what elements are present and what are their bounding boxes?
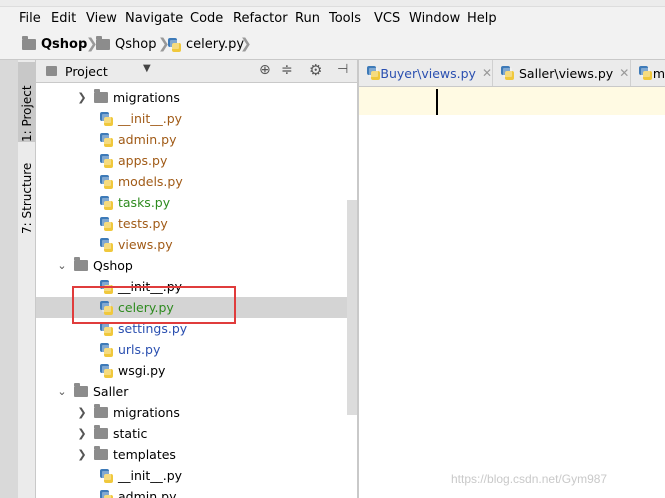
chevron-down-icon[interactable]: ⌄ — [56, 385, 68, 398]
project-panel-header: Project ▼ ⊕ ≑ ⚙ ⊣ — [36, 60, 357, 83]
python-file-icon — [100, 216, 113, 231]
tool-window-strip — [0, 60, 18, 498]
highlight-annotation — [72, 286, 236, 324]
menu-file[interactable]: File — [19, 11, 41, 26]
python-file-icon — [100, 363, 113, 378]
python-file-icon — [168, 37, 181, 52]
tree-row-qshop[interactable]: ⌄ Qshop — [36, 255, 357, 276]
folder-icon — [94, 425, 108, 439]
code-editor[interactable] — [359, 87, 665, 498]
tree-row-migrations[interactable]: ❯ migrations — [36, 402, 357, 423]
python-file-icon — [367, 66, 380, 80]
tree-row-file[interactable]: apps.py — [36, 150, 357, 171]
project-view-icon — [46, 66, 57, 76]
tree-row-migrations[interactable]: ❯ migrations — [36, 87, 357, 108]
tree-row-file[interactable]: admin.py — [36, 129, 357, 150]
chevron-right-icon[interactable]: ❯ — [76, 406, 88, 419]
python-file-icon — [100, 153, 113, 168]
python-file-icon — [100, 111, 113, 126]
tree-row-file[interactable]: tests.py — [36, 213, 357, 234]
python-file-icon — [100, 342, 113, 357]
python-file-icon — [100, 132, 113, 147]
watermark: https://blog.csdn.net/Gym987 — [451, 472, 608, 486]
chevron-right-icon[interactable]: ❯ — [76, 427, 88, 440]
tree-row-file[interactable]: admin.py — [36, 486, 357, 498]
window-top-strip — [0, 0, 665, 7]
tree-row-static[interactable]: ❯ static — [36, 423, 357, 444]
menu-refactor[interactable]: Refactor — [233, 11, 288, 26]
chevron-down-icon[interactable]: ⌄ — [56, 259, 68, 272]
python-file-icon — [100, 174, 113, 189]
chevron-right-icon[interactable]: ❯ — [76, 91, 88, 104]
breadcrumb-package[interactable]: Qshop — [96, 36, 156, 52]
menu-navigate[interactable]: Navigate — [125, 11, 183, 26]
folder-icon — [94, 446, 108, 460]
menu-run[interactable]: Run — [295, 11, 320, 26]
tree-row-file[interactable]: urls.py — [36, 339, 357, 360]
python-file-icon — [100, 468, 113, 483]
python-file-icon — [100, 489, 113, 498]
tree-row-templates[interactable]: ❯ templates — [36, 444, 357, 465]
menu-code[interactable]: Code — [190, 11, 223, 26]
tree-row-file[interactable]: views.py — [36, 234, 357, 255]
tree-row-saller[interactable]: ⌄ Saller — [36, 381, 357, 402]
python-file-icon — [639, 66, 652, 80]
tab-saller-views[interactable]: Saller\views.py ✕ — [493, 60, 631, 86]
tree-row-file[interactable]: __init__.py — [36, 108, 357, 129]
menu-bar: File Edit View Navigate Code Refactor Ru… — [0, 7, 665, 31]
menu-view[interactable]: View — [86, 11, 117, 26]
gear-icon[interactable]: ⚙ — [309, 61, 322, 79]
tool-window-bar: 1: Project 7: Structure — [0, 60, 36, 498]
python-file-icon — [100, 237, 113, 252]
python-file-icon — [501, 66, 514, 80]
close-icon[interactable]: ✕ — [619, 66, 629, 80]
tab-project[interactable]: 1: Project — [18, 62, 36, 142]
hide-icon[interactable]: ⊣ — [337, 62, 348, 77]
folder-icon — [22, 36, 36, 50]
breadcrumb-separator: ❯ — [240, 36, 252, 52]
tree-row-file[interactable]: tasks.py — [36, 192, 357, 213]
tab-overflow[interactable]: m — [631, 60, 665, 86]
folder-icon — [94, 89, 108, 103]
target-icon[interactable]: ⊕ — [259, 62, 271, 78]
tree-row-file[interactable]: __init__.py — [36, 465, 357, 486]
close-icon[interactable]: ✕ — [482, 66, 492, 80]
menu-help[interactable]: Help — [467, 11, 497, 26]
chevron-right-icon[interactable]: ❯ — [76, 448, 88, 461]
menu-vcs[interactable]: VCS — [374, 11, 400, 26]
folder-icon — [94, 404, 108, 418]
tab-buyer-views[interactable]: Buyer\views.py ✕ — [359, 60, 493, 86]
menu-tools[interactable]: Tools — [329, 11, 361, 26]
tree-row-file[interactable]: models.py — [36, 171, 357, 192]
collapse-all-icon[interactable]: ≑ — [281, 62, 293, 78]
tab-structure[interactable]: 7: Structure — [18, 152, 36, 234]
chevron-down-icon[interactable]: ▼ — [143, 63, 151, 74]
tree-scrollbar[interactable] — [347, 200, 357, 415]
python-file-icon — [100, 195, 113, 210]
folder-icon — [74, 383, 88, 397]
breadcrumb-project[interactable]: Qshop — [22, 36, 87, 52]
project-view-selector[interactable]: Project — [65, 64, 108, 79]
breadcrumb: Qshop ❯ Qshop ❯ celery.py ❯ — [0, 31, 665, 60]
menu-edit[interactable]: Edit — [51, 11, 76, 26]
breadcrumb-file[interactable]: celery.py — [168, 37, 244, 52]
editor-tab-bar: Buyer\views.py ✕ Saller\views.py ✕ m — [359, 60, 665, 87]
folder-icon — [96, 36, 110, 50]
tree-row-file[interactable]: wsgi.py — [36, 360, 357, 381]
menu-window[interactable]: Window — [409, 11, 460, 26]
folder-icon — [74, 257, 88, 271]
text-caret — [436, 89, 438, 115]
